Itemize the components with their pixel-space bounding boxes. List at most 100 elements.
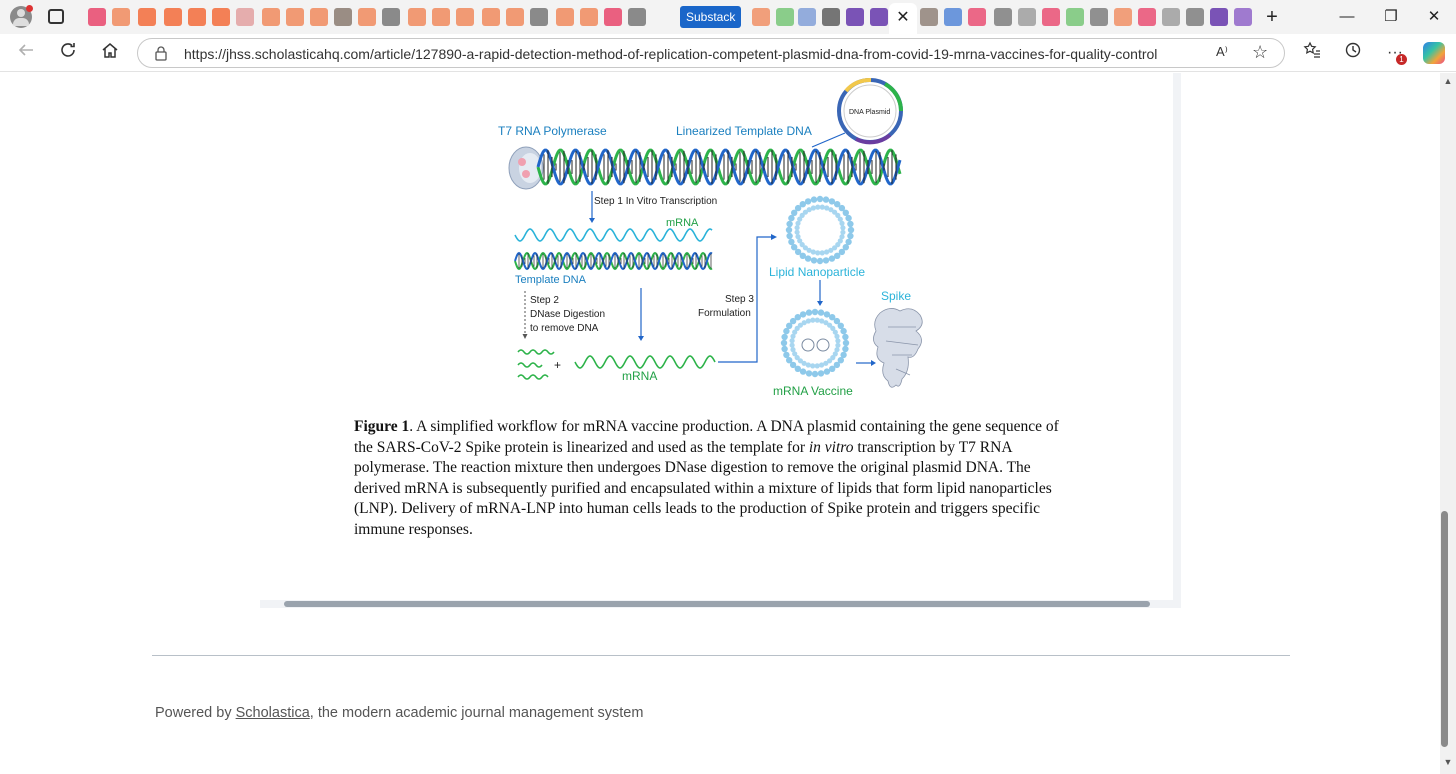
tab-favicon[interactable] (994, 8, 1012, 26)
tab-substack[interactable]: Substack (680, 6, 742, 28)
tab-favicon[interactable] (88, 8, 106, 26)
tab-favicon[interactable] (798, 8, 816, 26)
tab-favicon[interactable] (968, 8, 986, 26)
tab-favicon[interactable] (628, 8, 646, 26)
new-tab-button[interactable]: + (1257, 6, 1287, 28)
tab-favicon[interactable] (212, 8, 230, 26)
tab-favicon[interactable] (580, 8, 598, 26)
tab-favicon[interactable] (112, 8, 130, 26)
browser-toolbar: https://jhss.scholasticahq.com/article/1… (0, 34, 1456, 72)
more-menu-button[interactable]: ··· 1 (1381, 40, 1409, 66)
plus-sign: + (554, 358, 562, 372)
lipid-head (834, 333, 840, 339)
tab-favicon[interactable] (870, 8, 888, 26)
tab-favicon[interactable] (138, 8, 156, 26)
tab-favicon[interactable] (1066, 8, 1084, 26)
lipid-head (822, 257, 830, 264)
tab-favicon[interactable] (1042, 8, 1060, 26)
history-button[interactable] (1339, 40, 1367, 66)
home-icon (102, 43, 118, 58)
lipid-head (790, 347, 796, 353)
profile-icon[interactable] (10, 5, 33, 28)
tab-favicon[interactable] (1018, 8, 1036, 26)
lipid-head (810, 317, 816, 323)
tab-favicon[interactable] (1114, 8, 1132, 26)
tab-favicon[interactable] (1234, 8, 1252, 26)
address-bar[interactable]: https://jhss.scholasticahq.com/article/1… (137, 38, 1285, 68)
scroll-up-arrow[interactable]: ▲ (1440, 76, 1456, 86)
vertical-scrollbar-thumb[interactable] (1441, 511, 1448, 747)
lipid-head (839, 220, 845, 226)
scholastica-link[interactable]: Scholastica (236, 705, 310, 721)
footer-text: Powered by Scholastica, the modern acade… (155, 705, 643, 721)
step3-label-line1: Step 3 (725, 294, 754, 305)
step3-label-line2: Formulation (698, 308, 751, 319)
window-close-button[interactable]: ✕ (1419, 6, 1449, 28)
lipid-head (786, 220, 793, 228)
tab-favicon[interactable] (920, 8, 938, 26)
tab-favicon[interactable] (310, 8, 328, 26)
tab-favicon[interactable] (506, 8, 524, 26)
caption-lead: Figure 1 (354, 418, 410, 435)
tab-actions-icon[interactable] (48, 9, 64, 24)
restore-button[interactable]: ❐ (1376, 6, 1406, 28)
tab-favicon[interactable] (164, 8, 182, 26)
tab-favicon[interactable] (1090, 8, 1108, 26)
footer-prefix: Powered by (155, 705, 236, 721)
linearized-dna-graphic (536, 148, 902, 186)
tab-favicon[interactable] (188, 8, 206, 26)
minimize-button[interactable]: — (1332, 6, 1362, 28)
lipid-head (840, 225, 846, 231)
scroll-down-arrow[interactable]: ▼ (1440, 757, 1456, 767)
tab-favicon[interactable] (482, 8, 500, 26)
mrna-vaccine-label: mRNA Vaccine (773, 384, 853, 398)
tab-favicon[interactable] (556, 8, 574, 26)
tab-favicon[interactable] (1138, 8, 1156, 26)
t7-polymerase-label: T7 RNA Polymerase (498, 124, 607, 138)
tab-favicon[interactable] (262, 8, 280, 26)
lipid-head (781, 333, 788, 341)
favorite-star-icon[interactable]: ☆ (1252, 42, 1268, 63)
back-button[interactable] (12, 40, 40, 66)
arrow-left-icon (18, 44, 33, 56)
horizontal-scrollbar-thumb[interactable] (284, 601, 1150, 607)
lipid-head (823, 368, 831, 375)
tab-favicon[interactable] (944, 8, 962, 26)
lipid-head (814, 363, 820, 369)
reload-button[interactable] (54, 40, 82, 66)
tab-favicon[interactable] (752, 8, 770, 26)
tab-favicon[interactable] (776, 8, 794, 26)
lipid-head (822, 196, 830, 203)
tab-favicon[interactable] (822, 8, 840, 26)
tab-favicon[interactable] (408, 8, 426, 26)
tab-favicon[interactable] (604, 8, 622, 26)
lipid-head (805, 318, 811, 324)
tab-favicon[interactable] (334, 8, 352, 26)
favorites-button[interactable] (1298, 40, 1326, 66)
tab-active-close-button[interactable]: ✕ (889, 3, 917, 34)
read-aloud-icon[interactable]: A⁾ (1216, 44, 1228, 60)
lipid-head (847, 220, 854, 228)
tab-favicon[interactable] (432, 8, 450, 26)
figure-1: T7 RNA Polymerase Linearized Template DN… (498, 73, 940, 403)
tab-favicon[interactable] (1186, 8, 1204, 26)
tab-favicon[interactable] (846, 8, 864, 26)
step1-label: Step 1 In Vitro Transcription (594, 196, 718, 207)
lipid-head (810, 257, 818, 264)
lipid-head (794, 225, 800, 231)
tab-favicon[interactable] (530, 8, 548, 26)
step2-label-line2: DNase Digestion (530, 309, 606, 320)
template-dna-label: Template DNA (515, 274, 586, 286)
tab-favicon[interactable] (236, 8, 254, 26)
url-text[interactable]: https://jhss.scholasticahq.com/article/1… (184, 46, 1157, 62)
lipid-head (815, 204, 821, 210)
tab-favicon[interactable] (456, 8, 474, 26)
tab-favicon[interactable] (358, 8, 376, 26)
tab-favicon[interactable] (286, 8, 304, 26)
tab-favicon[interactable] (382, 8, 400, 26)
lipid-head (805, 309, 813, 316)
copilot-icon[interactable] (1423, 42, 1445, 64)
tab-favicon[interactable] (1210, 8, 1228, 26)
home-button[interactable] (96, 40, 124, 66)
tab-favicon[interactable] (1162, 8, 1180, 26)
